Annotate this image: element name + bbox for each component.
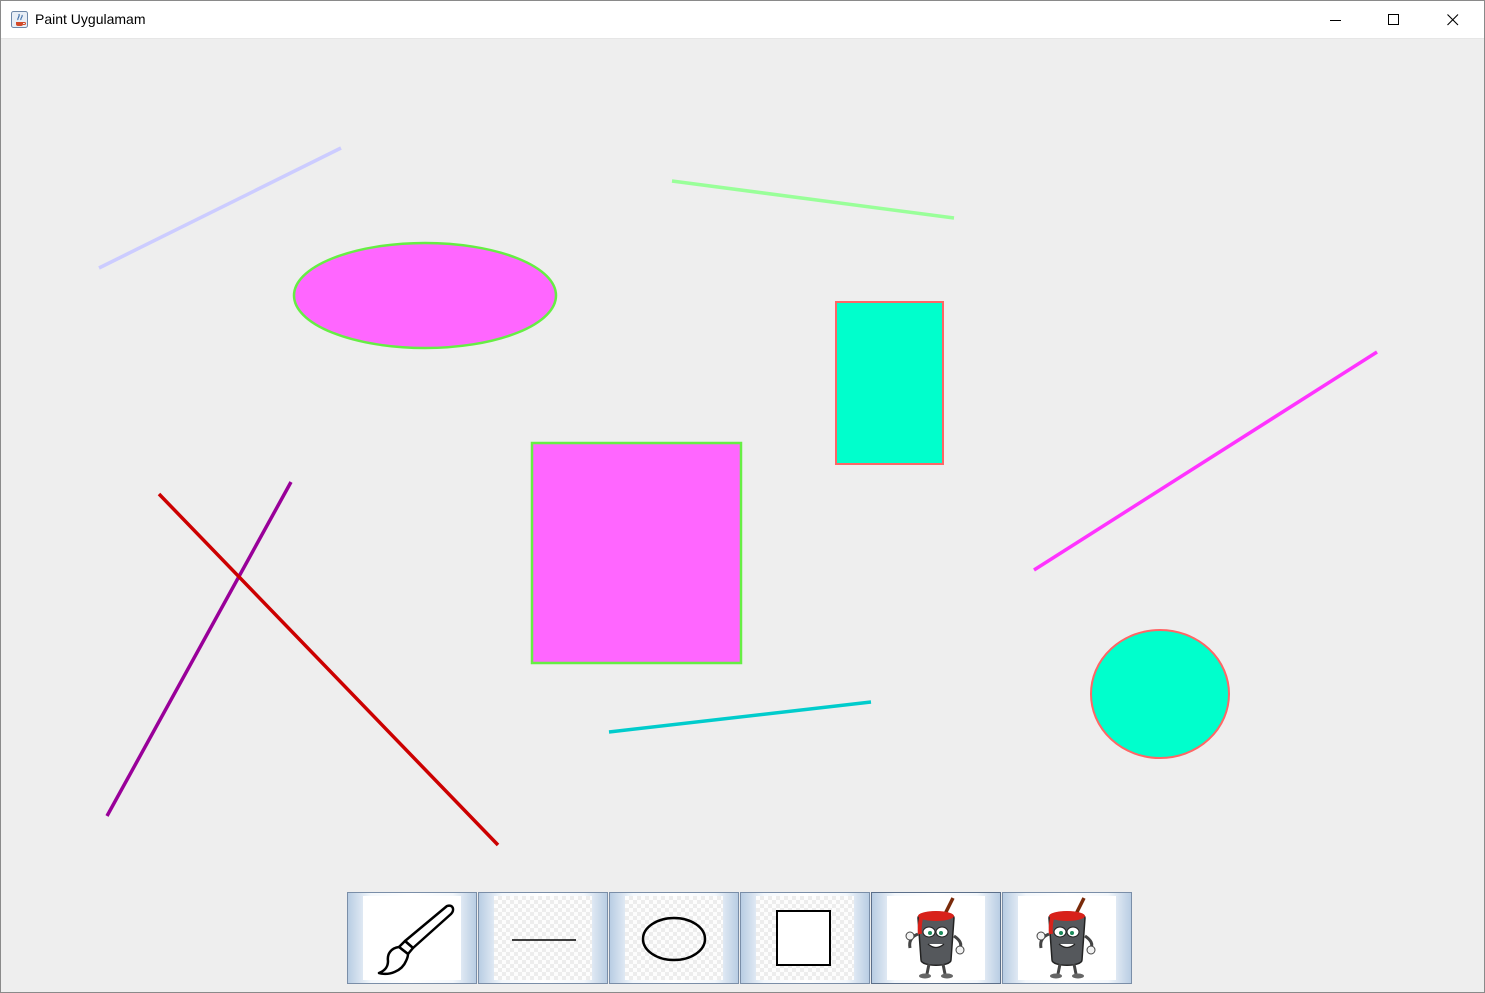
ellipse-icon <box>641 916 707 962</box>
brush-tool-button[interactable] <box>347 892 477 984</box>
stroke-color-tool-face <box>1018 896 1116 980</box>
rectangle-tool-face <box>756 896 854 980</box>
purple-line <box>105 481 293 817</box>
java-app-icon <box>11 11 28 28</box>
tool-palette <box>347 892 1133 986</box>
teal-line <box>608 700 872 734</box>
maximize-button[interactable] <box>1365 1 1423 38</box>
close-button[interactable] <box>1424 1 1482 38</box>
title-bar: Paint Uygulamam <box>1 1 1484 39</box>
ellipse-tool-face <box>625 896 723 980</box>
line-icon <box>512 939 576 941</box>
window-title: Paint Uygulamam <box>35 11 146 27</box>
line-tool-face <box>494 896 592 980</box>
drawing-canvas[interactable] <box>1 39 1484 992</box>
magenta-line <box>1033 350 1378 572</box>
rectangle-tool-button[interactable] <box>740 892 870 984</box>
cyan-rectangle <box>835 301 944 465</box>
minimize-button[interactable] <box>1307 1 1365 38</box>
close-icon <box>1447 13 1459 25</box>
light-green-line <box>671 179 955 220</box>
maximize-icon <box>1388 13 1399 25</box>
line-tool-button[interactable] <box>478 892 608 984</box>
magenta-square <box>530 441 743 665</box>
lavender-line <box>98 146 342 270</box>
stroke-color-tool-button[interactable] <box>1002 892 1132 984</box>
magenta-ellipse <box>292 241 558 350</box>
paint-window: Paint Uygulamam <box>0 0 1485 993</box>
fill-color-tool-face <box>887 896 985 980</box>
minimize-icon <box>1330 19 1341 21</box>
cyan-circle <box>1090 629 1230 759</box>
paint-bucket-character-icon <box>905 897 965 979</box>
paint-bucket-character-icon <box>1036 897 1096 979</box>
rectangle-icon <box>776 910 831 966</box>
brush-tool-face <box>363 896 461 980</box>
paintbrush-icon <box>377 904 455 976</box>
fill-color-tool-button[interactable] <box>871 892 1001 984</box>
ellipse-tool-button[interactable] <box>609 892 739 984</box>
red-line <box>157 492 500 847</box>
